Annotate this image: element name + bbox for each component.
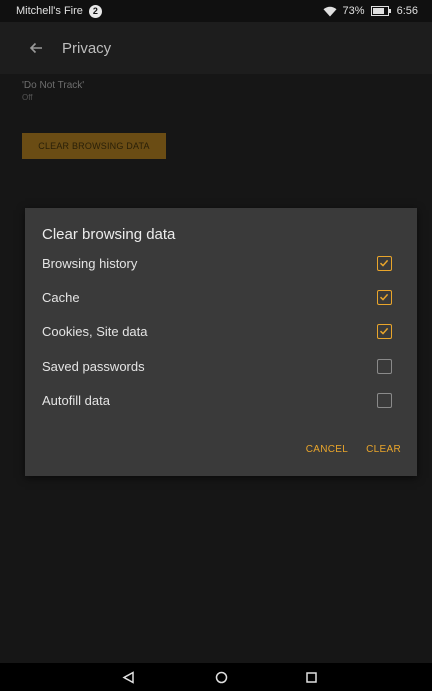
status-right: 73% 6:56 (323, 5, 432, 17)
option-label: Cookies, Site data (42, 323, 148, 339)
screen: Mitchell's Fire 2 73% 6:56 Privacy 'Do N… (0, 0, 432, 691)
nav-back-triangle-icon (121, 670, 134, 684)
do-not-track-title: 'Do Not Track' (22, 80, 85, 91)
clear-browsing-data-dialog: Clear browsing data Browsing history Cac… (25, 208, 417, 476)
wifi-icon (323, 6, 337, 16)
check-icon (379, 259, 389, 267)
action-bar: Privacy (0, 22, 432, 74)
page-title: Privacy (62, 39, 112, 57)
device-name: Mitchell's Fire (16, 5, 83, 17)
option-label: Autofill data (42, 392, 110, 408)
option-label: Browsing history (42, 255, 138, 271)
do-not-track-summary: Off (22, 93, 33, 102)
option-autofill-data[interactable]: Autofill data (25, 383, 417, 417)
status-left: Mitchell's Fire 2 (0, 4, 102, 18)
checkbox-autofill-data[interactable] (377, 392, 392, 408)
option-cache[interactable]: Cache (25, 280, 417, 314)
nav-home-button[interactable] (212, 668, 230, 686)
dialog-title: Clear browsing data (42, 226, 176, 243)
status-bar: Mitchell's Fire 2 73% 6:56 (0, 0, 432, 22)
checkbox-cookies-site-data[interactable] (377, 323, 392, 339)
notification-count-badge: 2 (88, 4, 102, 18)
nav-back-button[interactable] (119, 668, 137, 686)
checkbox-browsing-history[interactable] (377, 255, 392, 271)
back-arrow-icon[interactable] (28, 40, 44, 56)
option-saved-passwords[interactable]: Saved passwords (25, 349, 417, 383)
nav-recents-button[interactable] (302, 668, 320, 686)
option-browsing-history[interactable]: Browsing history (25, 246, 417, 280)
option-cookies-site-data[interactable]: Cookies, Site data (25, 314, 417, 348)
check-icon (379, 293, 389, 301)
cancel-button[interactable]: CANCEL (306, 444, 348, 455)
nav-home-circle-icon (215, 671, 227, 683)
checkbox-saved-passwords[interactable] (377, 358, 392, 374)
option-label: Saved passwords (42, 358, 145, 374)
navigation-bar (0, 663, 432, 691)
do-not-track-preference[interactable]: 'Do Not Track' Off (22, 80, 84, 102)
clock: 6:56 (396, 5, 418, 17)
checkbox-cache[interactable] (377, 289, 392, 305)
battery-icon (370, 6, 391, 16)
clear-button[interactable]: CLEAR (366, 444, 401, 455)
check-icon (379, 327, 389, 335)
battery-percent: 73% (342, 5, 365, 17)
nav-recents-square-icon (305, 671, 317, 683)
clear-browsing-data-button[interactable]: CLEAR BROWSING DATA (22, 133, 166, 159)
dialog-actions: CANCEL CLEAR (306, 444, 401, 455)
option-label: Cache (42, 289, 80, 305)
